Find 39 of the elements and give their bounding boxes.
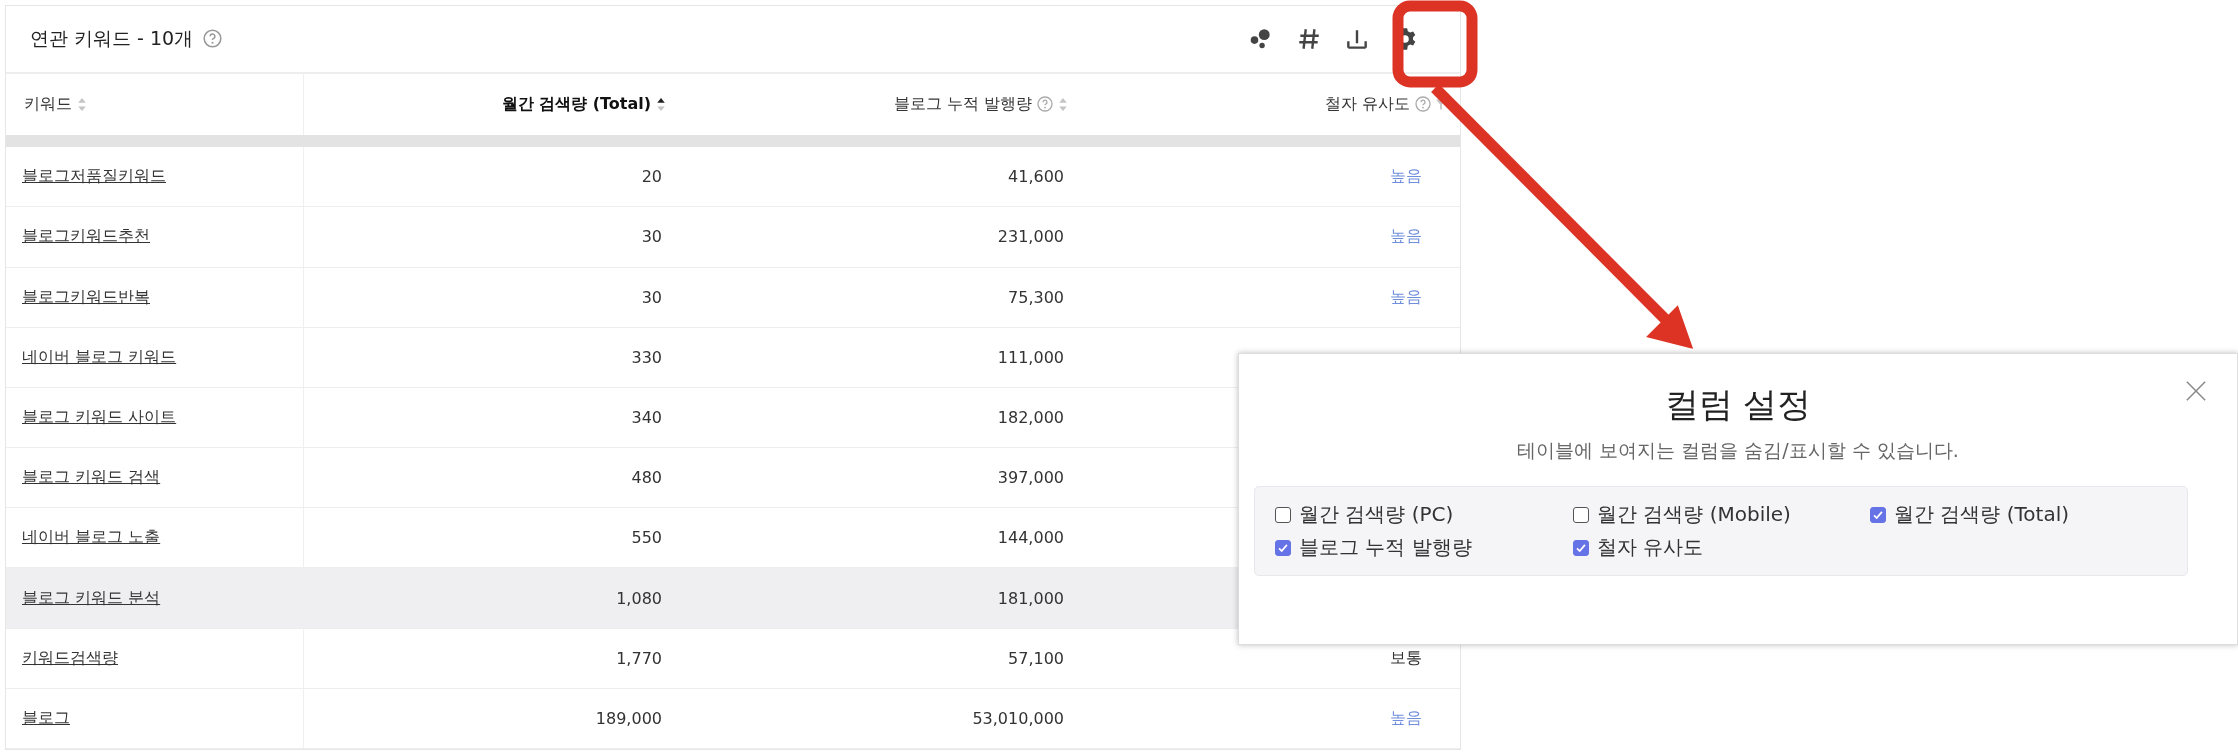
keyword-link[interactable]: 블로그키워드반복 [22,286,150,308]
column-header[interactable]: 월간 검색량 (Total) [501,93,651,115]
column-header[interactable]: 철자 유사도 [1324,93,1410,115]
keyword-link[interactable]: 블로그 키워드 사이트 [22,407,177,428]
checkbox[interactable] [1275,539,1291,556]
option-label[interactable]: 월간 검색량 (Mobile) [1597,501,1791,528]
option-label[interactable]: 블로그 누적 발행량 [1299,534,1472,561]
keyword-link[interactable]: 네이버 블로그 노출 [22,527,161,549]
help-icon[interactable] [203,29,223,49]
similarity-value: 높음 [1390,226,1422,248]
sort-icon[interactable] [656,96,666,112]
table-cell: 1,080 [304,568,680,628]
keyword-link[interactable]: 블로그저품질키워드 [22,166,166,188]
help-icon[interactable] [1037,96,1053,113]
dialog-title: 컬럼 설정 [1664,383,1812,426]
option-label[interactable]: 월간 검색량 (Total) [1894,501,2070,528]
column-header[interactable]: 키워드 [24,93,72,115]
checkbox[interactable] [1573,539,1589,556]
checkbox[interactable] [1870,506,1886,523]
keyword-link[interactable]: 블로그키워드추천 [22,226,150,248]
checkbox[interactable] [1573,506,1589,523]
keyword-link[interactable]: 키워드검색량 [22,647,118,669]
similarity-value: 높음 [1390,166,1422,188]
option-label[interactable]: 철자 유사도 [1597,534,1704,561]
checkbox[interactable] [1275,506,1291,523]
keyword-cell[interactable]: 블로그 키워드 분석 [6,568,304,628]
option-label[interactable]: 월간 검색량 (PC) [1299,501,1454,528]
dialog-subtitle: 테이블에 보여지는 컬럼을 숨김/표시할 수 있습니다. [1517,438,1959,463]
help-icon[interactable] [1415,96,1431,113]
similarity-value: 높음 [1390,286,1422,308]
keyword-link[interactable]: 블로그 키워드 검색 [22,467,161,489]
keyword-link[interactable]: 네이버 블로그 키워드 [22,346,177,368]
keyword-link[interactable]: 블로그 키워드 분석 [22,587,161,609]
similarity-value: 보통 [1390,647,1422,669]
similarity-value: 높음 [1390,707,1422,729]
panel-title: 연관 키워드 - 10개 [30,25,194,51]
close-icon[interactable] [2185,380,2207,402]
keyword-link[interactable]: 블로그 [22,707,70,729]
column-header[interactable]: 블로그 누적 발행량 [893,93,1032,115]
